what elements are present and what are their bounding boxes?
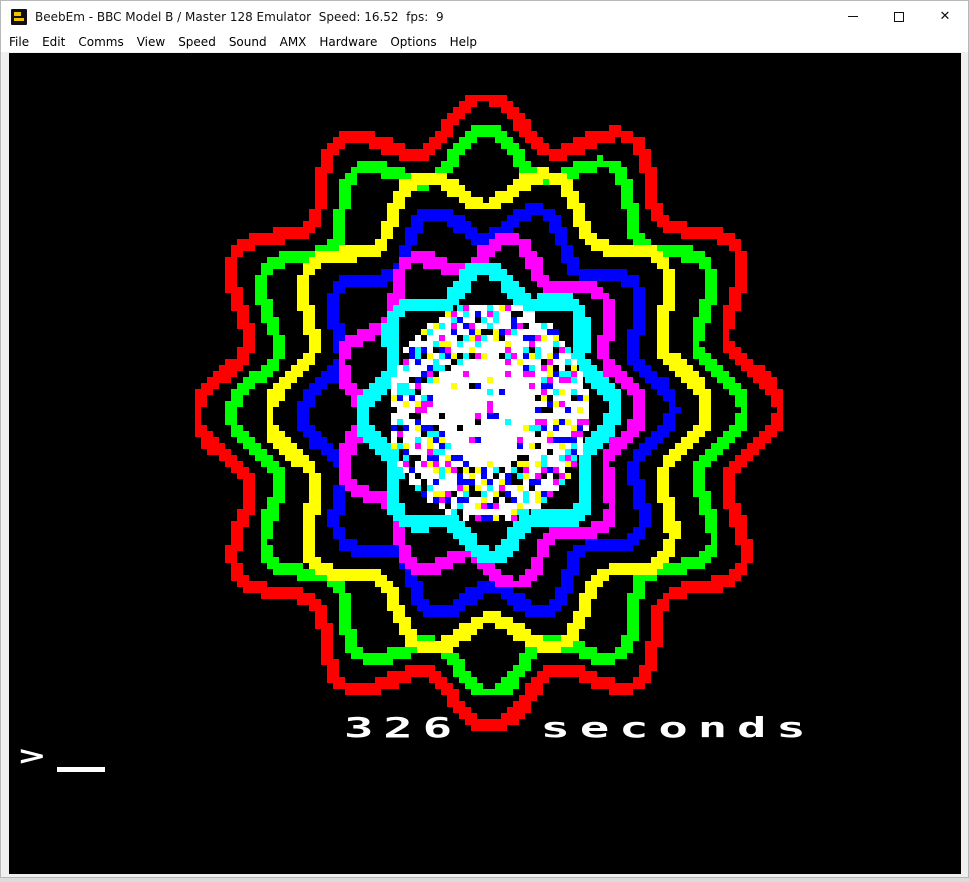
basic-prompt: > — [19, 740, 45, 772]
menu-bar: File Edit Comms View Speed Sound AMX Har… — [1, 32, 968, 52]
window-controls — [830, 1, 968, 32]
menu-edit[interactable]: Edit — [35, 32, 71, 52]
window-title: BeebEm - BBC Model B / Master 128 Emulat… — [35, 9, 444, 24]
menu-file[interactable]: File — [1, 32, 35, 52]
menu-comms[interactable]: Comms — [71, 32, 129, 52]
menu-hardware[interactable]: Hardware — [312, 32, 383, 52]
elapsed-time-text: 326 seconds — [344, 713, 816, 745]
beebem-app-icon[interactable] — [11, 8, 27, 25]
minimize-button[interactable] — [830, 1, 876, 32]
close-button[interactable] — [922, 1, 968, 32]
menu-amx[interactable]: AMX — [273, 32, 313, 52]
menu-view[interactable]: View — [130, 32, 171, 52]
menu-options[interactable]: Options — [383, 32, 442, 52]
text-cursor — [57, 767, 105, 772]
emulator-screen[interactable]: 326 seconds > — [9, 53, 961, 874]
title-bar[interactable]: BeebEm - BBC Model B / Master 128 Emulat… — [1, 1, 968, 32]
maximize-button[interactable] — [876, 1, 922, 32]
spirograph-graphic — [195, 95, 783, 731]
emulator-window: BeebEm - BBC Model B / Master 128 Emulat… — [0, 0, 969, 878]
menu-help[interactable]: Help — [443, 32, 483, 52]
menu-speed[interactable]: Speed — [171, 32, 222, 52]
menu-sound[interactable]: Sound — [222, 32, 273, 52]
